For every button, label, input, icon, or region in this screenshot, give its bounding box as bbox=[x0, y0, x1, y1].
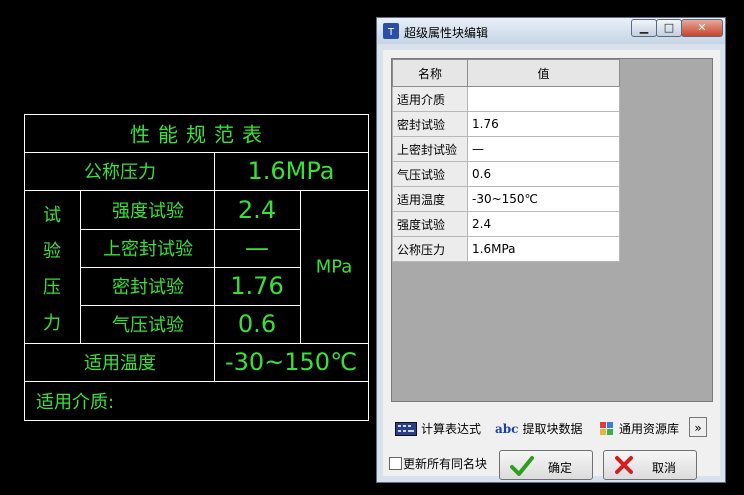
resource-library-label: 通用资源库 bbox=[619, 422, 680, 436]
prop-name: 适用介质 bbox=[392, 86, 468, 112]
dialog-client: 名称 值 适用介质 密封试验 1.76 上密封试验 — 气压试验 0.6 适用温度 -3… bbox=[383, 50, 720, 480]
minimize-button[interactable]: ▁ bbox=[631, 19, 657, 37]
table-line bbox=[214, 152, 215, 190]
ok-button[interactable]: 确定 bbox=[499, 450, 593, 480]
more-button[interactable]: » bbox=[689, 417, 707, 437]
cad-row-label: 强度试验 bbox=[112, 201, 184, 222]
grid-header-name[interactable]: 名称 bbox=[392, 59, 468, 87]
attribute-editor-dialog: T 超级属性块编辑 ▁ □ ✕ 名称 值 适用介质 密封试验 1.76 上密封试验… bbox=[376, 17, 726, 483]
table-line bbox=[80, 267, 300, 268]
prop-value[interactable]: 1.76 bbox=[467, 111, 620, 137]
table-line bbox=[80, 305, 300, 306]
cancel-label: 取消 bbox=[652, 461, 677, 475]
update-all-checkbox[interactable] bbox=[389, 457, 402, 470]
table-line bbox=[80, 190, 81, 343]
dialog-toolbar: 计算表达式 abc 提取块数据 通用资源库 » bbox=[391, 417, 715, 441]
app-logo-icon: T bbox=[383, 23, 399, 39]
table-border-left bbox=[24, 114, 25, 421]
dialog-title: 超级属性块编辑 bbox=[404, 26, 489, 40]
table-line bbox=[214, 343, 215, 381]
prop-value[interactable]: — bbox=[467, 136, 620, 162]
table-row: 适用温度 -30~150℃ bbox=[392, 186, 620, 212]
extract-block-data-label: 提取块数据 bbox=[522, 422, 583, 436]
update-all-label[interactable]: 更新所有同名块 bbox=[403, 455, 487, 472]
prop-value[interactable]: 0.6 bbox=[467, 161, 620, 187]
table-line bbox=[300, 190, 301, 343]
cad-row-value: 1.76 bbox=[230, 272, 284, 300]
cad-medium-label: 适用介质: bbox=[35, 392, 115, 413]
cad-group-char: 试 bbox=[43, 205, 61, 226]
table-line bbox=[24, 190, 369, 191]
prop-name: 上密封试验 bbox=[392, 136, 468, 162]
cad-table-title: 性能规范表 bbox=[130, 122, 270, 147]
prop-value[interactable]: 1.6MPa bbox=[467, 236, 620, 262]
dialog-footer: 更新所有同名块 确定 取消 bbox=[383, 448, 720, 480]
table-line bbox=[80, 229, 300, 230]
table-line bbox=[214, 190, 215, 343]
prop-name: 适用温度 bbox=[392, 186, 468, 212]
property-table: 名称 值 适用介质 密封试验 1.76 上密封试验 — 气压试验 0.6 适用温度 -3… bbox=[392, 59, 620, 262]
cad-group-char: 力 bbox=[43, 313, 61, 334]
prop-name: 密封试验 bbox=[392, 111, 468, 137]
property-grid: 名称 值 适用介质 密封试验 1.76 上密封试验 — 气压试验 0.6 适用温度 -3… bbox=[391, 58, 713, 402]
prop-value[interactable] bbox=[467, 86, 620, 112]
cancel-button[interactable]: 取消 bbox=[603, 450, 697, 480]
prop-name: 公称压力 bbox=[392, 236, 468, 262]
table-line bbox=[24, 381, 369, 382]
cancel-x-icon bbox=[615, 456, 633, 474]
calculator-icon bbox=[395, 421, 417, 436]
calc-expression-label: 计算表达式 bbox=[421, 422, 482, 436]
resource-library-button[interactable]: 通用资源库 bbox=[599, 420, 679, 437]
maximize-button[interactable]: □ bbox=[656, 19, 682, 37]
prop-name: 气压试验 bbox=[392, 161, 468, 187]
title-bar[interactable]: T 超级属性块编辑 ▁ □ ✕ bbox=[377, 18, 725, 44]
checkmark-icon bbox=[510, 456, 534, 476]
table-row: 公称压力 1.6MPa bbox=[392, 236, 620, 262]
cad-temp-value: -30~150℃ bbox=[224, 348, 358, 376]
grid-header-value[interactable]: 值 bbox=[467, 59, 620, 87]
cad-temp-label: 适用温度 bbox=[84, 353, 156, 374]
svg-text:T: T bbox=[387, 27, 395, 38]
table-row: 强度试验 2.4 bbox=[392, 211, 620, 237]
ok-label: 确定 bbox=[548, 461, 573, 475]
prop-value[interactable]: -30~150℃ bbox=[467, 186, 620, 212]
cad-row-label: 密封试验 bbox=[112, 277, 184, 298]
prop-name: 强度试验 bbox=[392, 211, 468, 237]
table-border-top bbox=[24, 114, 369, 115]
extract-block-data-button[interactable]: abc 提取块数据 bbox=[495, 420, 583, 437]
cad-nominal-pressure-value: 1.6MPa bbox=[247, 157, 335, 185]
table-row: 气压试验 0.6 bbox=[392, 161, 620, 187]
cad-row-label: 气压试验 bbox=[112, 315, 184, 336]
cad-nominal-pressure-label: 公称压力 bbox=[84, 162, 156, 183]
table-line bbox=[24, 343, 369, 344]
cad-row-label: 上密封试验 bbox=[103, 239, 193, 260]
grid-header-row: 名称 值 bbox=[392, 59, 620, 87]
cad-row-value: 2.4 bbox=[237, 196, 277, 224]
table-row: 密封试验 1.76 bbox=[392, 111, 620, 137]
table-border-right bbox=[368, 114, 369, 421]
cad-row-value: — bbox=[245, 234, 269, 262]
table-line bbox=[24, 152, 369, 153]
table-border-bottom bbox=[24, 420, 369, 421]
cad-unit: MPa bbox=[315, 256, 353, 278]
table-row: 适用介质 bbox=[392, 86, 620, 112]
close-button[interactable]: ✕ bbox=[681, 19, 723, 37]
abc-icon: abc bbox=[495, 421, 519, 436]
resource-library-icon bbox=[600, 421, 613, 435]
cad-row-value: 0.6 bbox=[237, 310, 277, 338]
cad-group-char: 验 bbox=[43, 241, 61, 262]
calc-expression-button[interactable]: 计算表达式 bbox=[395, 420, 481, 437]
cad-group-char: 压 bbox=[43, 277, 61, 298]
table-row: 上密封试验 — bbox=[392, 136, 620, 162]
prop-value[interactable]: 2.4 bbox=[467, 211, 620, 237]
